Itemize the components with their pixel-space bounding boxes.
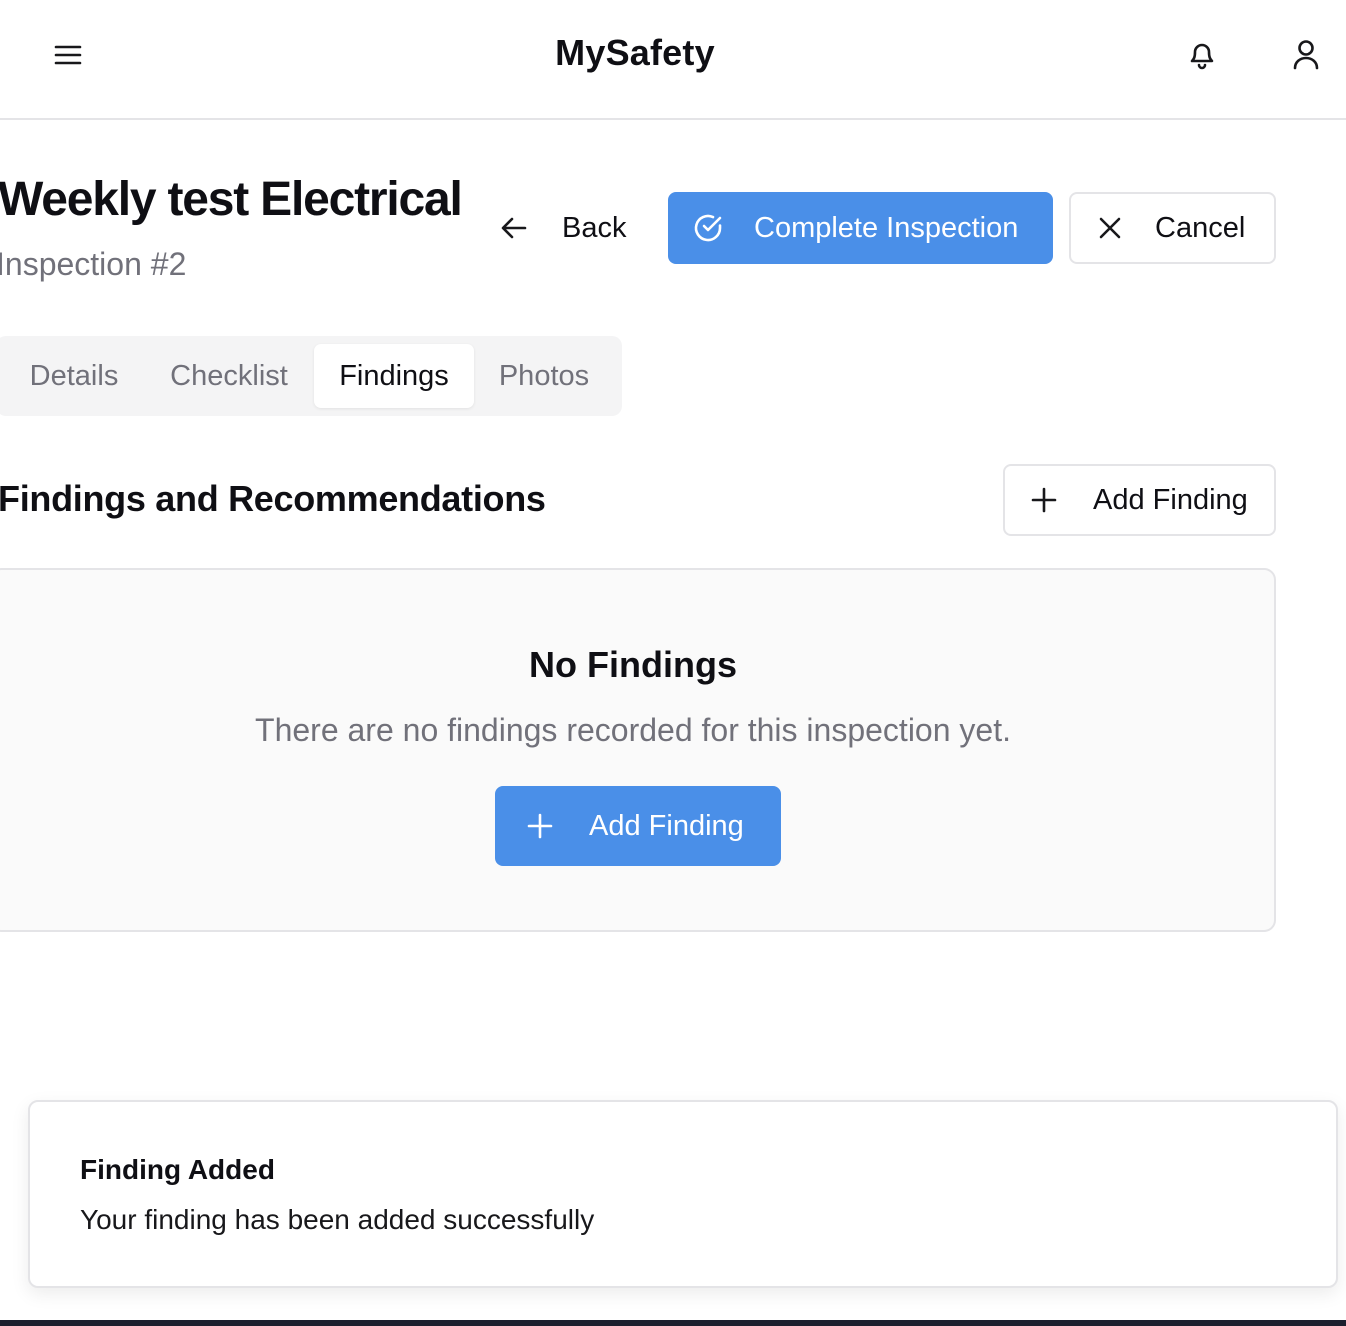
top-bar: MySafety — [0, 0, 1346, 120]
user-profile-button[interactable] — [1280, 28, 1332, 80]
check-circle-icon — [692, 212, 724, 244]
tab-list: Details Checklist Findings Photos — [0, 336, 622, 416]
back-label: Back — [562, 211, 627, 244]
page-title: Weekly test Electrical — [0, 173, 463, 226]
tab-details[interactable]: Details — [4, 344, 144, 408]
section-title: Findings and Recommendations — [0, 478, 546, 519]
bottom-edge-bar — [0, 1320, 1346, 1326]
arrow-left-icon — [500, 216, 528, 240]
add-finding-label: Add Finding — [1093, 483, 1248, 516]
empty-state-card: No Findings There are no findings record… — [0, 568, 1276, 932]
complete-inspection-button[interactable]: Complete Inspection — [668, 192, 1053, 264]
plus-icon — [1031, 487, 1057, 513]
empty-state-text: There are no findings recorded for this … — [255, 712, 1011, 748]
page-subtitle: Inspection #2 — [0, 246, 187, 282]
tab-findings[interactable]: Findings — [314, 344, 474, 408]
close-icon — [1097, 215, 1123, 241]
notifications-button[interactable] — [1176, 28, 1228, 80]
cancel-button[interactable]: Cancel — [1069, 192, 1276, 264]
empty-add-finding-label: Add Finding — [589, 809, 744, 842]
bell-icon — [1186, 37, 1218, 71]
complete-inspection-label: Complete Inspection — [754, 211, 1019, 244]
plus-icon — [527, 813, 553, 839]
back-button[interactable]: Back — [486, 192, 646, 264]
user-icon — [1291, 38, 1321, 70]
empty-add-finding-button[interactable]: Add Finding — [495, 786, 781, 866]
cancel-label: Cancel — [1155, 211, 1246, 244]
toast-notification[interactable]: Finding Added Your finding has been adde… — [28, 1100, 1338, 1288]
toast-description: Your finding has been added successfully — [80, 1204, 595, 1235]
toast-title: Finding Added — [80, 1154, 275, 1185]
empty-state-title: No Findings — [529, 644, 737, 685]
add-finding-button[interactable]: Add Finding — [1003, 464, 1276, 536]
tab-photos[interactable]: Photos — [484, 344, 604, 408]
app-title: MySafety — [555, 32, 715, 73]
tab-checklist[interactable]: Checklist — [156, 344, 302, 408]
